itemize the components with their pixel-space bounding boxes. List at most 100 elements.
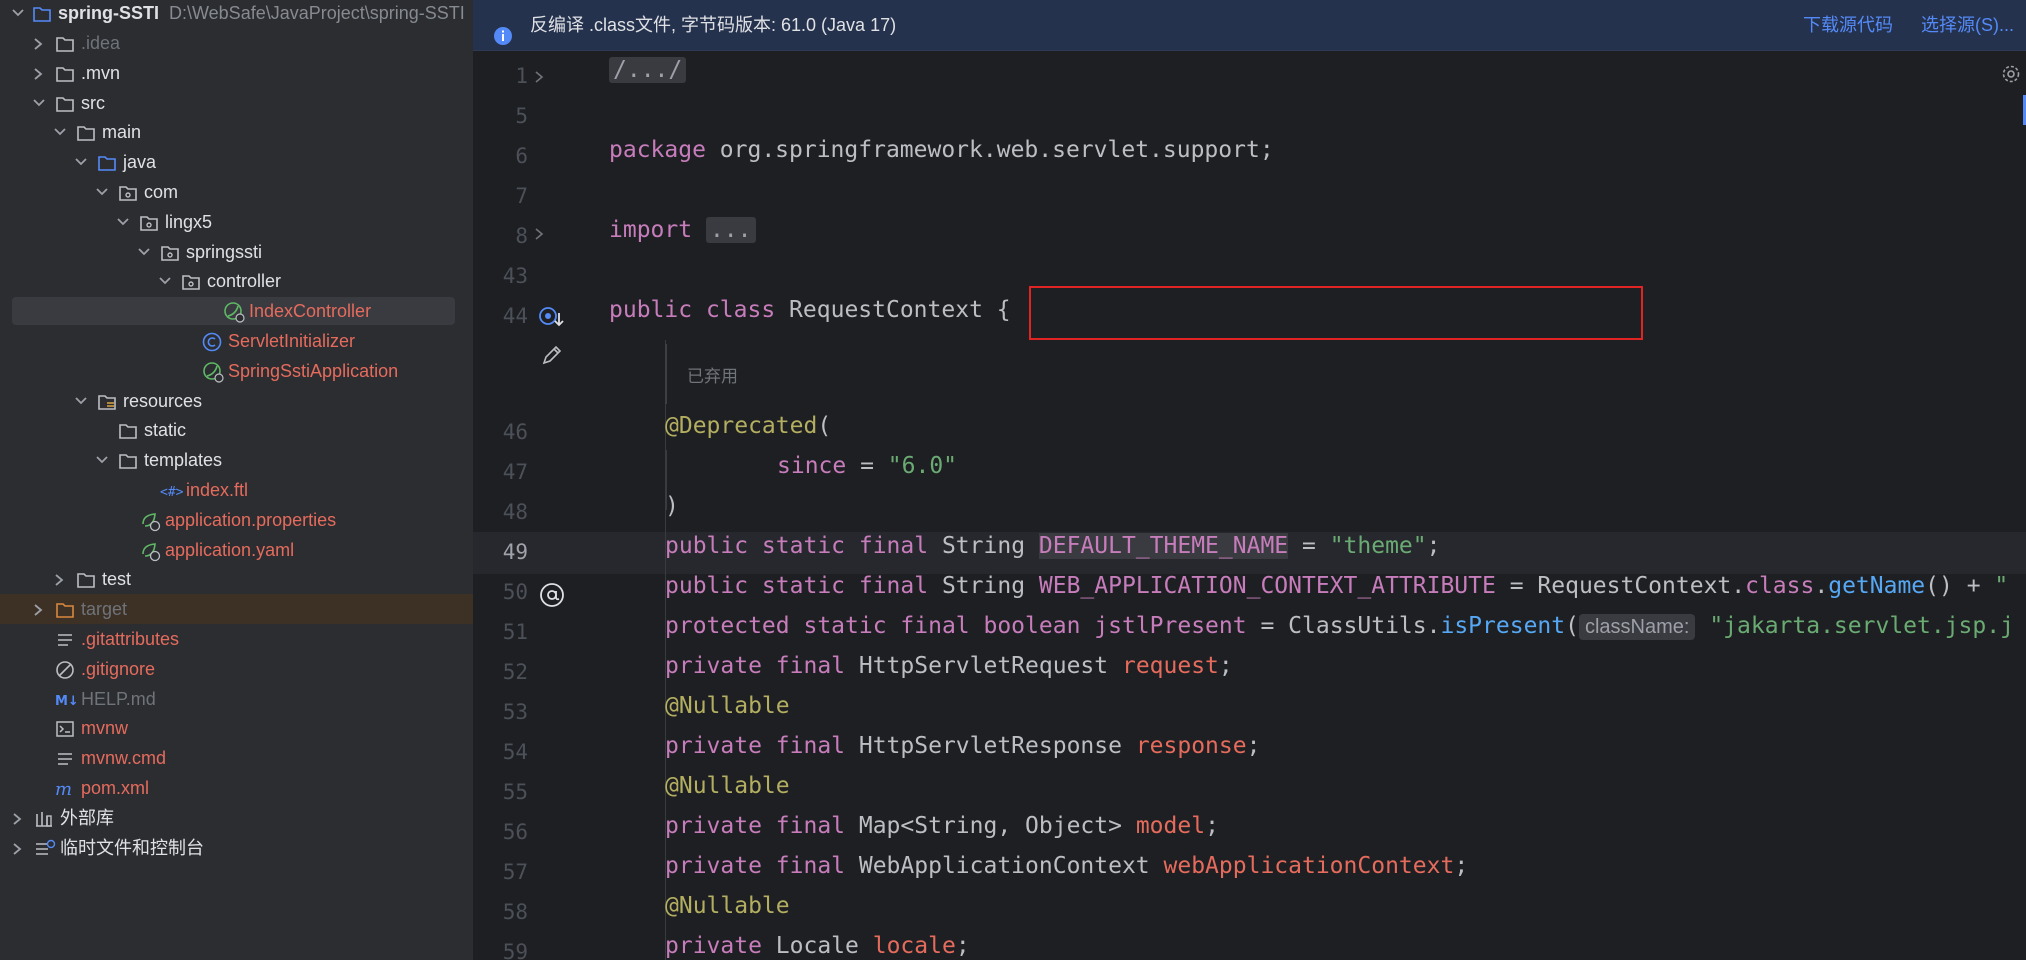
tree-item[interactable]: application.properties [0,505,473,535]
chevron-down-icon[interactable] [10,0,24,28]
code-line[interactable]: public class RequestContext { [609,290,1011,330]
code-token: protected static final boolean [665,613,1081,639]
chevron-down-icon[interactable] [52,117,66,147]
code-token: public [609,297,693,323]
tree-item-label: java [123,152,157,173]
tree-item[interactable]: IndexController [0,296,473,326]
tree-item[interactable]: lingx5 [0,207,473,237]
banner-message: 反编译 .class文件, 字节码版本: 61.0 (Java 17) [530,15,897,35]
folder-icon [55,93,75,113]
fold-chevron-icon[interactable] [533,227,545,246]
tree-item-label: test [102,569,132,590]
tree-item[interactable]: <#> index.ftl [0,475,473,505]
code-token: webApplicationContext [1163,853,1455,879]
choose-source-link[interactable]: 选择源(S)... [1921,0,2014,50]
tree-root-row[interactable]: spring-SSTI D:\WebSafe\JavaProject\sprin… [0,0,473,28]
chevron-right-icon[interactable] [31,594,45,624]
chevron-right-icon[interactable] [10,803,24,833]
chevron-down-icon[interactable] [94,177,108,207]
tree-item[interactable]: mvnw.cmd [0,743,473,773]
at-annotation-icon[interactable] [539,582,565,613]
chevron-right-icon[interactable] [52,564,66,594]
source-folder-icon [97,152,117,172]
code-token: ; [1218,653,1233,679]
tree-item[interactable]: resources [0,386,473,416]
tree-item-label: ServletInitializer [228,331,356,351]
tree-item[interactable]: m pom.xml [0,773,473,803]
chevron-right-icon[interactable] [31,58,45,88]
tree-item[interactable]: 外部库 [0,803,473,833]
code-line[interactable]: private final HttpServletRequest request… [665,646,1233,686]
edit-pencil-icon[interactable] [540,343,564,372]
code-line[interactable]: @Nullable [665,886,790,926]
code-line[interactable]: import ... [609,210,756,250]
tree-item-label: 外部库 [60,807,114,828]
tree-item[interactable]: 临时文件和控制台 [0,833,473,863]
tree-item[interactable]: mvnw [0,713,473,743]
code-line[interactable]: public static final String WEB_APPLICATI… [665,566,2008,606]
code-line[interactable]: since = "6.0" [777,446,957,486]
code-token: ; [955,933,970,959]
fold-chevron-icon[interactable] [533,70,545,89]
package-icon [160,242,180,262]
line-number: 52 [502,660,528,684]
tree-item[interactable]: springssti [0,237,473,267]
tree-item[interactable]: M↓ HELP.md [0,684,473,714]
chevron-down-icon[interactable] [31,88,45,118]
tree-item[interactable]: src [0,88,473,118]
code-token: = [1288,533,1330,559]
folded-region[interactable]: /.../ [609,57,687,83]
code-line[interactable]: private Locale locale; [665,926,970,960]
tree-item-label: mvnw.cmd [81,748,167,769]
tree-item-label: com [144,182,179,202]
line-number: 57 [502,860,528,884]
tree-item[interactable]: templates [0,445,473,475]
tree-item[interactable]: controller [0,266,473,296]
folded-region[interactable]: ... [705,217,756,243]
chevron-right-icon[interactable] [10,833,24,863]
code-line[interactable]: @Nullable [665,686,790,726]
tree-item-label: controller [207,271,282,292]
code-line[interactable]: package org.springframework.web.servlet.… [609,130,1274,170]
tree-item[interactable]: static [0,415,473,445]
project-name: spring-SSTI [58,3,160,23]
tree-item[interactable]: test [0,564,473,594]
code-line[interactable]: @Nullable [665,766,790,806]
spring-config-icon [139,540,161,561]
code-line[interactable]: private final WebApplicationContext webA… [665,846,1468,886]
download-source-link[interactable]: 下载源代码 [1803,0,1893,50]
code-line[interactable]: ) [665,486,679,526]
spring-bean-icon [223,301,245,323]
code-line[interactable]: public static final String DEFAULT_THEME… [665,526,1440,566]
code-line[interactable]: private final Map<String, Object> model; [665,806,1219,846]
tree-item[interactable]: .idea [0,28,473,58]
chevron-down-icon[interactable] [115,207,129,237]
chevron-down-icon[interactable] [73,386,87,416]
override-down-icon[interactable] [539,305,569,336]
gear-icon[interactable] [2001,64,2021,89]
tree-item[interactable]: ServletInitializer [0,326,473,356]
tree-item[interactable]: SpringSstiApplication [0,356,473,386]
code-token: " [1994,573,2009,599]
tree-item[interactable]: target [0,594,473,625]
code-line[interactable]: @Deprecated( [665,406,831,446]
code-token: @Nullable [665,693,790,719]
chevron-right-icon[interactable] [31,28,45,58]
code-token: WEB_APPLICATION_CONTEXT_ATTRIBUTE [1038,573,1496,599]
code-line[interactable]: protected static final boolean jstlPrese… [665,606,2014,646]
line-number: 47 [502,460,528,484]
tree-item[interactable]: application.yaml [0,535,473,565]
chevron-down-icon[interactable] [136,237,150,267]
chevron-down-icon[interactable] [73,147,87,177]
tree-item[interactable]: main [0,117,473,147]
tree-item-label: src [81,92,105,113]
tree-item[interactable]: java [0,147,473,177]
tree-item[interactable]: .gitignore [0,654,473,684]
chevron-down-icon[interactable] [157,266,171,296]
tree-item[interactable]: .mvn [0,58,473,88]
chevron-down-icon[interactable] [94,445,108,475]
tree-item[interactable]: .gitattributes [0,624,473,654]
tree-item[interactable]: com [0,177,473,207]
code-line[interactable]: /.../ [609,50,687,90]
code-line[interactable]: private final HttpServletResponse respon… [665,726,1260,766]
